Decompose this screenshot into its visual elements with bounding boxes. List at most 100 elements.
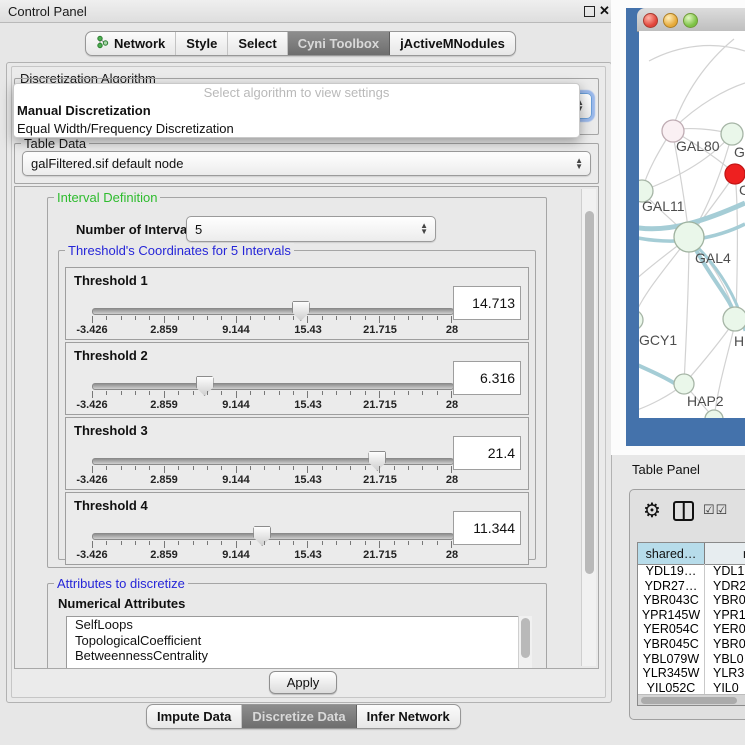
- threshold-value-field[interactable]: [453, 436, 521, 470]
- node-label: GCY1: [639, 332, 677, 348]
- zoom-traffic-light[interactable]: [683, 13, 698, 28]
- table-cell[interactable]: YDL19…: [638, 564, 705, 579]
- table-cell[interactable]: YBR0: [705, 637, 745, 652]
- table-data-combobox[interactable]: galFiltered.sif default node ▲▼: [22, 151, 591, 176]
- slider-ticks: [92, 316, 452, 323]
- network-icon: [96, 35, 114, 52]
- tab-label: Discretize Data: [252, 709, 345, 724]
- slider-track[interactable]: [92, 383, 454, 390]
- columns-icon[interactable]: [673, 501, 694, 521]
- table-data-group-title: Table Data: [21, 136, 89, 151]
- network-window-titlebar[interactable]: [637, 8, 745, 32]
- table-cell[interactable]: YBL079W: [638, 652, 705, 667]
- column-header[interactable]: na: [705, 543, 745, 564]
- gear-icon[interactable]: ⚙: [643, 498, 661, 523]
- tab-label: Style: [186, 36, 217, 51]
- network-node[interactable]: [721, 123, 743, 145]
- network-canvas[interactable]: GAL80GACGAL11GAL4HGCY1HAP2: [639, 31, 745, 418]
- tab-cyni-toolbox[interactable]: Cyni Toolbox: [288, 32, 390, 55]
- table-cell[interactable]: YDR2: [705, 579, 745, 594]
- minimize-traffic-light[interactable]: [663, 13, 678, 28]
- table-cell[interactable]: YPR1: [705, 608, 745, 623]
- attribute-list-item[interactable]: BetweennessCentrality: [67, 648, 519, 664]
- threshold-value-field[interactable]: [453, 511, 521, 545]
- table-row[interactable]: YLR345WYLR3: [638, 666, 745, 681]
- table-cell[interactable]: YBR0: [705, 593, 745, 608]
- node-label: GAL80: [676, 138, 720, 154]
- table-cell[interactable]: YBL0: [705, 652, 745, 667]
- node-table: shared…na YDL19…YDL1YDR27…YDR2YBR043CYBR…: [637, 542, 745, 706]
- numerical-attributes-list: SelfLoopsTopologicalCoefficientBetweenne…: [66, 616, 520, 669]
- combo-arrows-icon: ▲▼: [420, 223, 428, 235]
- threshold-value-field[interactable]: [453, 361, 521, 395]
- settings-scrollbar[interactable]: [581, 189, 596, 666]
- dropdown-item[interactable]: Manual Discretization: [14, 102, 579, 120]
- tab-label: Infer Network: [367, 709, 450, 724]
- num-intervals-combobox[interactable]: 5 ▲▼: [186, 216, 436, 242]
- table-cell[interactable]: YLR345W: [638, 666, 705, 681]
- close-traffic-light[interactable]: [643, 13, 658, 28]
- dropdown-item[interactable]: Equal Width/Frequency Discretization: [14, 120, 579, 138]
- tab-select[interactable]: Select: [228, 32, 287, 55]
- table-row[interactable]: YDR27…YDR2: [638, 579, 745, 594]
- network-node[interactable]: [674, 222, 704, 252]
- control-panel-titlebar: Control Panel ✕: [0, 0, 620, 23]
- table-cell[interactable]: YBR043C: [638, 593, 705, 608]
- tab-jactivemnodules[interactable]: jActiveMNodules: [390, 32, 515, 55]
- settings-scrollbar-thumb[interactable]: [585, 211, 594, 574]
- attribute-list-item[interactable]: SelfLoops: [67, 617, 519, 633]
- table-hscrollbar[interactable]: [638, 694, 745, 705]
- node-label: H: [734, 333, 744, 349]
- threshold-box: Threshold 4-3.4262.8599.14415.4321.71528: [65, 492, 529, 565]
- threshold-slider[interactable]: -3.4262.8599.14415.4321.71528: [92, 268, 452, 339]
- threshold-value-field[interactable]: [453, 286, 521, 320]
- table-row[interactable]: YBR043CYBR0: [638, 593, 745, 608]
- network-node[interactable]: [723, 307, 745, 331]
- table-cell[interactable]: YER0: [705, 622, 745, 637]
- select-columns-icon[interactable]: ☑☑: [703, 502, 728, 518]
- table-row[interactable]: YBL079WYBL0: [638, 652, 745, 667]
- threshold-slider[interactable]: -3.4262.8599.14415.4321.71528: [92, 418, 452, 489]
- slider-track[interactable]: [92, 458, 454, 465]
- threshold-slider[interactable]: -3.4262.8599.14415.4321.71528: [92, 493, 452, 564]
- table-cell[interactable]: YLR3: [705, 666, 745, 681]
- table-row[interactable]: YBR045CYBR0: [638, 637, 745, 652]
- table-cell[interactable]: YPR145W: [638, 608, 705, 623]
- network-node[interactable]: [639, 310, 643, 330]
- float-icon[interactable]: [584, 6, 595, 17]
- table-row[interactable]: YER054CYER0: [638, 622, 745, 637]
- node-label: GAL11: [642, 198, 685, 214]
- tab-impute-data[interactable]: Impute Data: [147, 705, 242, 728]
- network-node[interactable]: [725, 164, 745, 184]
- list-scrollbar-thumb[interactable]: [521, 618, 530, 658]
- table-panel-title: Table Panel: [632, 462, 700, 477]
- threshold-slider[interactable]: -3.4262.8599.14415.4321.71528: [92, 343, 452, 414]
- threshold-box: Threshold 3-3.4262.8599.14415.4321.71528: [65, 417, 529, 490]
- top-tab-bar: Network Style SelectCyni ToolboxjActiveMNo…: [85, 31, 516, 56]
- slider-track[interactable]: [92, 308, 454, 315]
- slider-scale: -3.4262.8599.14415.4321.71528: [92, 399, 452, 411]
- tab-discretize-data[interactable]: Discretize Data: [242, 705, 356, 728]
- table-cell[interactable]: YDL1: [705, 564, 745, 579]
- thresholds-group: Threshold's Coordinates for 5 Intervals …: [58, 250, 536, 560]
- tab-style[interactable]: Style: [176, 32, 228, 55]
- table-cell[interactable]: YDR27…: [638, 579, 705, 594]
- table-row[interactable]: YDL19…YDL1: [638, 564, 745, 579]
- column-header[interactable]: shared…: [638, 543, 705, 564]
- table-row[interactable]: YPR145WYPR1: [638, 608, 745, 623]
- slider-track[interactable]: [92, 533, 454, 540]
- list-scrollbar[interactable]: [518, 616, 532, 669]
- close-icon[interactable]: ✕: [599, 3, 610, 19]
- attribute-list-item[interactable]: TopologicalCoefficient: [67, 633, 519, 649]
- apply-button[interactable]: Apply: [269, 671, 337, 694]
- network-view-window: GAL80GACGAL11GAL4HGCY1HAP2: [626, 8, 745, 446]
- table-hscrollbar-thumb[interactable]: [641, 697, 737, 704]
- slider-scale: -3.4262.8599.14415.4321.71528: [92, 474, 452, 486]
- table-cell[interactable]: YBR045C: [638, 637, 705, 652]
- network-graph: GAL80GACGAL11GAL4HGCY1HAP2: [639, 31, 745, 418]
- node-label: HAP2: [687, 393, 724, 409]
- table-cell[interactable]: YER054C: [638, 622, 705, 637]
- network-node[interactable]: [674, 374, 694, 394]
- tab-infer-network[interactable]: Infer Network: [357, 705, 460, 728]
- tab-network[interactable]: Network: [86, 32, 176, 55]
